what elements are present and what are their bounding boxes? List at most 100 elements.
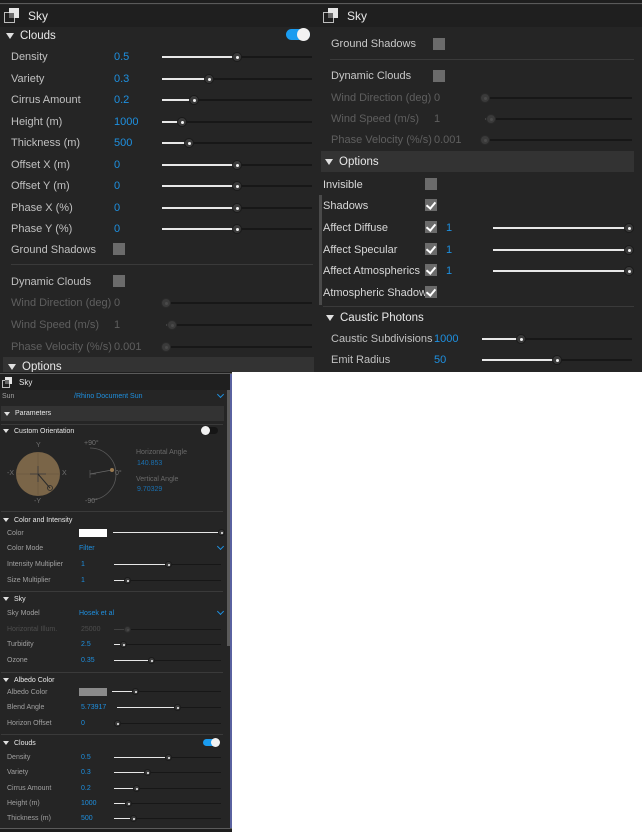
color-mode-chevron-icon[interactable]: [216, 542, 225, 551]
sky-section-header[interactable]: Sky: [0, 593, 232, 605]
intensity-multiplier-slider[interactable]: [114, 561, 221, 569]
slider-handle[interactable]: [164, 561, 172, 568]
offset-x-m-value[interactable]: 0: [114, 159, 120, 171]
color-slider[interactable]: [113, 529, 225, 537]
affect-specular-checkbox[interactable]: [425, 242, 437, 255]
slider-handle[interactable]: [164, 754, 172, 761]
clouds-section-header[interactable]: Clouds: [0, 737, 232, 749]
density-value[interactable]: 0.5: [81, 754, 91, 761]
caustic-subdivisions-slider[interactable]: [482, 333, 632, 345]
sun-dropdown-value[interactable]: /Rhino Document Sun: [74, 393, 142, 400]
variety-slider[interactable]: [114, 769, 221, 777]
slider-handle[interactable]: [124, 799, 132, 807]
sun-dropdown-chevron-icon[interactable]: [216, 390, 225, 399]
slider-handle[interactable]: [552, 355, 562, 365]
slider-handle[interactable]: [119, 641, 127, 648]
size-multiplier-value[interactable]: 1: [81, 577, 85, 584]
dynamic-clouds-checkbox[interactable]: [113, 275, 125, 287]
affect-specular-slider[interactable]: [493, 244, 634, 256]
intensity-multiplier-value[interactable]: 1: [81, 561, 85, 568]
blend-angle-value[interactable]: 5.73917: [81, 704, 106, 711]
slider-handle[interactable]: [624, 266, 634, 276]
cirrus-amount-slider[interactable]: [114, 784, 221, 793]
vertical-angle-value[interactable]: 9.70329: [137, 486, 162, 493]
thickness-m-value[interactable]: 500: [114, 137, 132, 149]
slider-handle[interactable]: [176, 116, 187, 127]
height-m-value[interactable]: 1000: [81, 800, 97, 807]
slider-handle[interactable]: [232, 159, 242, 170]
color-mode-dropdown-value[interactable]: Filter: [79, 545, 95, 552]
slider-handle[interactable]: [148, 656, 156, 664]
slider-handle[interactable]: [184, 138, 194, 148]
custom-orientation-section-header[interactable]: Custom Orientation: [0, 425, 232, 437]
slider-handle[interactable]: [624, 223, 634, 233]
height-m-slider[interactable]: [162, 116, 312, 128]
offset-y-m-value[interactable]: 0: [114, 180, 120, 192]
custom-orientation-toggle[interactable]: [201, 426, 218, 435]
options-section-header[interactable]: Options: [321, 151, 634, 172]
thickness-m-value[interactable]: 500: [81, 815, 93, 822]
color-intensity-section-header[interactable]: Color and Intensity: [0, 514, 232, 526]
albedo-color-swatch[interactable]: [79, 688, 107, 696]
options-scrollbar[interactable]: [319, 195, 322, 305]
slider-handle[interactable]: [144, 769, 152, 777]
blend-angle-slider[interactable]: [117, 704, 221, 712]
atmospheric-shadows-checkbox[interactable]: [425, 286, 437, 298]
turbidity-value[interactable]: 2.5: [81, 641, 91, 648]
thickness-m-slider[interactable]: [162, 137, 312, 149]
clouds-toggle[interactable]: [203, 738, 220, 747]
slider-handle[interactable]: [624, 244, 634, 255]
density-slider[interactable]: [114, 754, 221, 762]
horizon-offset-value[interactable]: 0: [81, 720, 85, 727]
dynamic-clouds-checkbox[interactable]: [433, 70, 445, 82]
ozone-slider[interactable]: [114, 656, 221, 665]
invisible-checkbox[interactable]: [425, 178, 437, 190]
albedo-section-header[interactable]: Albedo Color: [0, 674, 232, 686]
slider-handle[interactable]: [123, 576, 131, 584]
variety-value[interactable]: 0.3: [81, 769, 91, 776]
emit-radius-value[interactable]: 50: [434, 354, 446, 366]
density-slider[interactable]: [162, 51, 312, 63]
slider-handle[interactable]: [133, 784, 141, 792]
slider-handle[interactable]: [218, 529, 225, 536]
caustic-subdivisions-value[interactable]: 1000: [434, 333, 458, 345]
phase-x-value[interactable]: 0: [114, 202, 120, 214]
albedo-color-slider[interactable]: [112, 688, 221, 696]
offset-y-m-slider[interactable]: [162, 180, 312, 192]
ozone-value[interactable]: 0.35: [81, 657, 95, 664]
height-m-slider[interactable]: [114, 799, 221, 808]
affect-atmospherics-slider[interactable]: [493, 265, 634, 277]
slider-handle[interactable]: [188, 95, 199, 105]
cirrus-amount-value[interactable]: 0.2: [114, 94, 129, 106]
ground-shadows-checkbox[interactable]: [113, 243, 125, 255]
emit-radius-slider[interactable]: [482, 354, 632, 366]
slider-handle[interactable]: [114, 719, 121, 727]
slider-handle[interactable]: [203, 73, 214, 84]
slider-handle[interactable]: [131, 688, 139, 695]
turbidity-slider[interactable]: [114, 641, 221, 649]
phase-y-slider[interactable]: [162, 223, 312, 235]
affect-diffuse-value[interactable]: 1: [446, 222, 452, 234]
slider-handle[interactable]: [232, 224, 242, 234]
slider-handle[interactable]: [130, 815, 138, 823]
slider-handle[interactable]: [174, 704, 182, 711]
affect-atmospherics-checkbox[interactable]: [425, 264, 437, 276]
size-multiplier-slider[interactable]: [114, 576, 221, 585]
affect-atmospherics-value[interactable]: 1: [446, 265, 452, 277]
sky-model-chevron-icon[interactable]: [216, 607, 225, 616]
thickness-m-slider[interactable]: [114, 815, 221, 823]
height-m-value[interactable]: 1000: [114, 116, 138, 128]
sky-model-dropdown-value[interactable]: Hosek et al: [79, 610, 114, 617]
slider-handle[interactable]: [232, 202, 242, 213]
phase-y-value[interactable]: 0: [114, 223, 120, 235]
density-value[interactable]: 0.5: [114, 51, 129, 63]
slider-handle[interactable]: [232, 52, 242, 62]
offset-x-m-slider[interactable]: [162, 159, 312, 171]
shadows-checkbox[interactable]: [425, 199, 437, 211]
variety-value[interactable]: 0.3: [114, 73, 129, 85]
variety-slider[interactable]: [162, 73, 312, 85]
caustic-photons-section-header[interactable]: Caustic Photons: [318, 309, 642, 327]
phase-x-slider[interactable]: [162, 202, 312, 214]
slider-handle[interactable]: [232, 181, 242, 191]
horizon-offset-slider[interactable]: [114, 719, 221, 728]
